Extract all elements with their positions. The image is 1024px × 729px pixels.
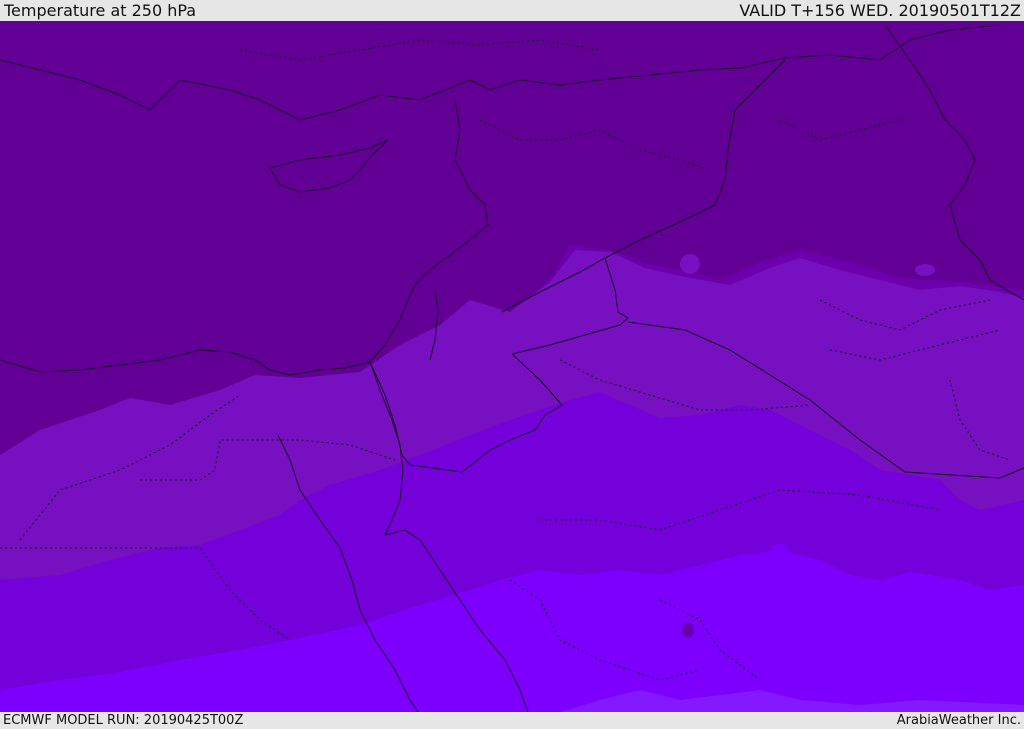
temperature-map	[0, 21, 1024, 712]
map-header: Temperature at 250 hPa VALID T+156 WED. …	[0, 0, 1024, 21]
warm-blob	[771, 544, 789, 560]
map-title: Temperature at 250 hPa	[4, 1, 197, 20]
credit: ArabiaWeather Inc.	[896, 713, 1021, 728]
valid-time: VALID T+156 WED. 20190501T12Z	[739, 1, 1021, 20]
map-footer: ECMWF MODEL RUN: 20190425T00Z ArabiaWeat…	[0, 712, 1024, 729]
warm-blob	[680, 254, 700, 274]
map-canvas	[0, 21, 1024, 712]
warm-blob	[915, 264, 935, 276]
model-run: ECMWF MODEL RUN: 20190425T00Z	[3, 713, 244, 728]
warm-blob	[682, 622, 694, 638]
